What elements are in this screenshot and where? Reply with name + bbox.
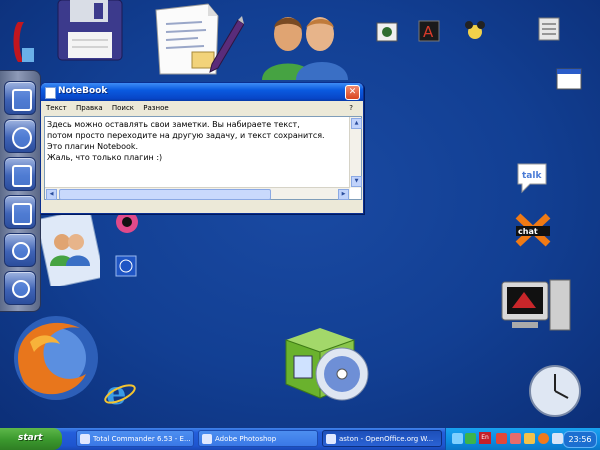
talk-chat-icon[interactable]: talk [514, 160, 550, 198]
write-document-icon[interactable] [152, 2, 245, 76]
chat-x-icon[interactable]: chat [514, 212, 552, 252]
tray-firefox-icon[interactable] [538, 433, 549, 444]
taskbar-openoffice[interactable]: aston - OpenOffice.org W... [322, 430, 442, 447]
notebook-title-bar[interactable]: NoteBook ✕ [41, 83, 363, 101]
tray-messenger-icon[interactable] [496, 433, 507, 444]
network-icon[interactable] [114, 254, 138, 282]
tray-network-icon[interactable] [465, 433, 476, 444]
tray-mail-icon[interactable] [524, 433, 535, 444]
quick-launch-globe-icon[interactable] [4, 271, 36, 305]
quick-launch-explorer-icon[interactable] [4, 119, 36, 153]
contacts-card-icon[interactable] [36, 208, 105, 290]
taskbar-total-commander[interactable]: Total Commander 6.53 - E... [76, 430, 194, 447]
quick-launch-window-icon[interactable] [4, 81, 36, 115]
taskbar-photoshop[interactable]: Adobe Photoshop [198, 430, 318, 447]
my-computer-icon[interactable] [500, 278, 572, 338]
menu-misc[interactable]: Разное [140, 102, 172, 112]
partial-app-icon[interactable] [8, 18, 36, 66]
horizontal-scrollbar[interactable]: ◀ ▶ [45, 187, 350, 200]
scroll-down-icon[interactable]: ▼ [351, 176, 362, 187]
printer-icon[interactable] [536, 16, 562, 46]
tray-heart-icon[interactable] [510, 433, 521, 444]
taskbar: start Total Commander 6.53 - E... Adobe … [0, 428, 600, 450]
floppy-disk-icon[interactable] [52, 0, 128, 64]
menu-help[interactable]: ? [346, 102, 357, 112]
total-commander-icon [80, 434, 90, 444]
scroll-up-icon[interactable]: ▲ [351, 118, 362, 129]
start-button[interactable]: start [0, 428, 62, 450]
language-indicator[interactable]: En [479, 432, 491, 444]
scroll-right-icon[interactable]: ▶ [338, 189, 349, 200]
font-app-icon[interactable]: A [418, 20, 440, 46]
menu-edit[interactable]: Правка [73, 102, 107, 112]
settings-small-icon[interactable] [376, 22, 398, 54]
svg-text:A: A [423, 23, 434, 41]
vertical-scrollbar[interactable]: ▲ ▼ [349, 117, 362, 188]
quick-launch-media-icon[interactable] [4, 233, 36, 267]
tray-volume-icon[interactable] [552, 433, 563, 444]
window-title: NoteBook [58, 86, 108, 96]
window-app-icon[interactable] [556, 68, 582, 94]
taskbar-clock[interactable]: 23:56 [563, 431, 597, 448]
mascot-icon[interactable] [464, 20, 486, 46]
menu-bar: Текст Правка Поиск Разное ? [43, 102, 361, 115]
photoshop-icon [202, 434, 212, 444]
close-button[interactable]: ✕ [345, 85, 360, 100]
horizontal-scroll-thumb[interactable] [59, 189, 271, 200]
system-tray: En 23:56 [445, 428, 600, 450]
menu-text[interactable]: Текст [43, 102, 71, 112]
internet-explorer-icon[interactable]: e [102, 374, 138, 414]
desktop-clock-icon[interactable] [528, 364, 582, 422]
notes-text[interactable]: Здесь можно оставлять свои заметки. Вы н… [47, 119, 349, 187]
notebook-window: NoteBook ✕ Текст Правка Поиск Разное ? З… [40, 82, 364, 214]
menu-search[interactable]: Поиск [109, 102, 138, 112]
install-box-cd-icon[interactable] [280, 312, 374, 408]
quick-launch-panel [0, 70, 41, 312]
svg-text:talk: talk [522, 171, 542, 181]
svg-text:chat: chat [518, 227, 538, 236]
svg-text:e: e [106, 374, 126, 410]
quick-launch-folder-icon[interactable] [4, 157, 36, 191]
quick-launch-document-icon[interactable] [4, 195, 36, 229]
firefox-icon[interactable] [10, 312, 102, 408]
tray-arrow-icon[interactable] [452, 433, 463, 444]
users-icon[interactable] [258, 14, 354, 80]
desktop: A talk chat e [0, 0, 600, 428]
notes-editor[interactable]: Здесь можно оставлять свои заметки. Вы н… [44, 116, 362, 200]
openoffice-icon [326, 434, 336, 444]
scroll-left-icon[interactable]: ◀ [46, 189, 57, 200]
notebook-app-icon [45, 87, 56, 99]
